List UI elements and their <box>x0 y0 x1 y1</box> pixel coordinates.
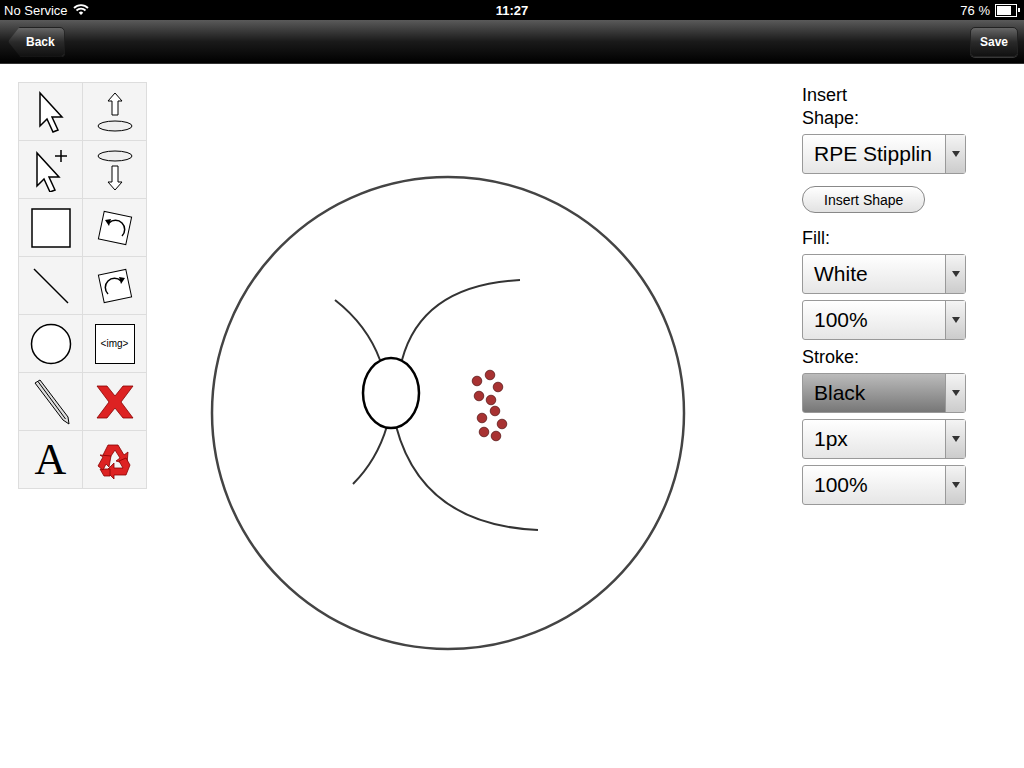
multi-select-tool[interactable] <box>19 141 82 198</box>
rotate-right-tool[interactable] <box>83 257 146 314</box>
properties-panel: Insert Shape:RPE Stipplin Insert Shape Fi… <box>802 84 966 511</box>
bring-forward-icon <box>95 90 135 134</box>
pencil-icon <box>30 379 72 425</box>
field-label: Insert Shape: <box>802 84 882 130</box>
field-label: Stroke: <box>802 346 882 369</box>
clear-tool[interactable] <box>83 431 146 488</box>
wifi-icon <box>73 4 89 16</box>
image-tool[interactable]: <img> <box>83 315 146 372</box>
recycle-icon <box>94 439 136 481</box>
screen: No Service 11:27 76 % Back Save <img> A … <box>0 0 1024 768</box>
rectangle-tool[interactable] <box>19 199 82 256</box>
status-bar: No Service 11:27 76 % <box>0 0 1024 20</box>
field-label: Fill: <box>802 227 882 250</box>
arrow-plus-icon <box>31 148 71 192</box>
vessels[interactable] <box>335 280 538 530</box>
dropdown-arrow-icon <box>945 374 965 412</box>
rotate-left-icon <box>95 208 135 248</box>
dropdown[interactable]: White <box>802 254 966 294</box>
optic-disc[interactable] <box>363 358 419 428</box>
arrow-icon <box>34 90 68 134</box>
text-tool[interactable]: A <box>19 431 82 488</box>
back-button[interactable]: Back <box>8 27 65 57</box>
pencil-tool[interactable] <box>19 373 82 430</box>
red-x-icon <box>95 384 135 420</box>
clock: 11:27 <box>496 3 529 18</box>
dropdown-arrow-icon <box>945 135 965 173</box>
toolbar: <img> A <box>18 82 147 489</box>
insert-shape-button[interactable]: Insert Shape <box>802 186 925 213</box>
battery-icon <box>995 4 1017 17</box>
select-tool[interactable] <box>19 83 82 140</box>
dropdown-arrow-icon <box>945 420 965 458</box>
dropdown[interactable]: 100% <box>802 300 966 340</box>
fundus-outline[interactable] <box>212 177 684 649</box>
line-tool[interactable] <box>19 257 82 314</box>
delete-tool[interactable] <box>83 373 146 430</box>
drawing-canvas[interactable] <box>147 64 802 768</box>
editor: <img> A Insert Shape:RPE Stipplin Insert… <box>0 64 1024 768</box>
nav-bar: Back Save <box>0 20 1024 64</box>
image-tool-label: <img> <box>95 324 135 364</box>
rotate-left-tool[interactable] <box>83 199 146 256</box>
send-backward-icon <box>95 148 135 192</box>
dropdown-arrow-icon <box>945 301 965 339</box>
rpe-stippling[interactable] <box>472 370 507 441</box>
text-tool-label: A <box>35 438 67 482</box>
dropdown[interactable]: Black <box>802 373 966 413</box>
send-backward-tool[interactable] <box>83 141 146 198</box>
dropdown[interactable]: 1px <box>802 419 966 459</box>
circle-tool[interactable] <box>19 315 82 372</box>
rectangle-icon <box>31 208 71 248</box>
dropdown-arrow-icon <box>945 255 965 293</box>
bring-forward-tool[interactable] <box>83 83 146 140</box>
carrier: No Service <box>4 3 68 18</box>
dropdown[interactable]: 100% <box>802 465 966 505</box>
dropdown-arrow-icon <box>945 466 965 504</box>
save-button[interactable]: Save <box>970 27 1018 57</box>
battery-percent: 76 % <box>960 3 990 18</box>
line-icon <box>31 266 71 306</box>
dropdown[interactable]: RPE Stipplin <box>802 134 966 174</box>
rotate-right-icon <box>95 266 135 306</box>
circle-icon <box>30 323 72 365</box>
